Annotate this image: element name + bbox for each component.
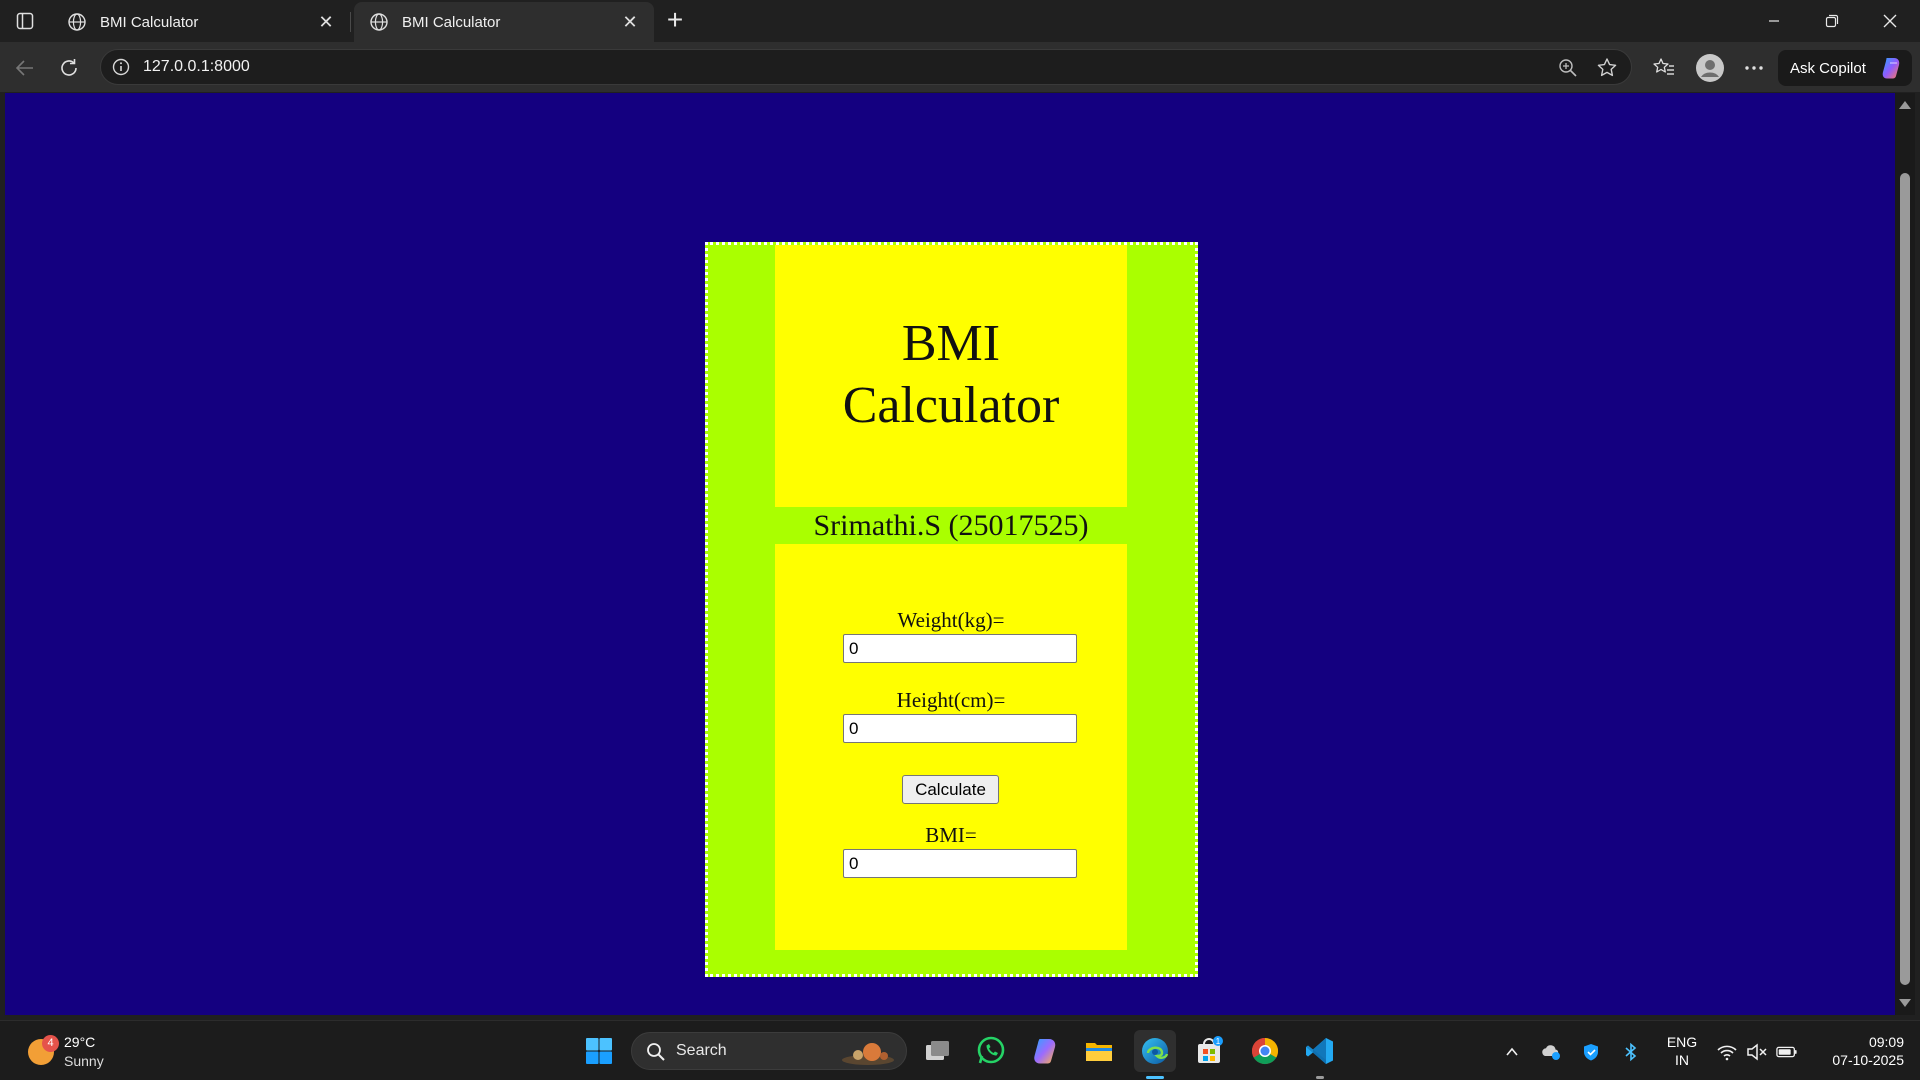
input-language[interactable]: ENG IN: [1664, 1033, 1700, 1069]
search-highlight-icon: [838, 1038, 898, 1066]
bmi-output[interactable]: [843, 849, 1077, 878]
scroll-down-arrow-icon[interactable]: [1899, 999, 1911, 1007]
system-clock[interactable]: 09:09 07-10-2025: [1808, 1033, 1904, 1069]
clock-time: 09:09: [1868, 1034, 1904, 1050]
weather-condition: Sunny: [64, 1053, 104, 1069]
taskbar: 4 29°C Sunny Search 1 ENG IN 09:09 07-10…: [0, 1020, 1920, 1080]
language-region: IN: [1675, 1052, 1689, 1068]
tab-title: BMI Calculator: [100, 13, 199, 31]
url-text: 127.0.0.1:8000: [143, 58, 250, 75]
globe-icon: [368, 11, 390, 33]
security-shield-icon[interactable]: [1580, 1041, 1602, 1063]
taskbar-search[interactable]: Search: [631, 1032, 907, 1070]
onedrive-icon[interactable]: [1540, 1041, 1562, 1063]
copilot-app-icon[interactable]: [1024, 1030, 1066, 1072]
store-badge: 1: [1216, 1037, 1221, 1046]
title-line-2: Calculator: [842, 377, 1060, 434]
bmi-label: BMI=: [925, 823, 977, 847]
calculate-button[interactable]: Calculate: [902, 775, 999, 804]
calculator-inner-box: BMI Calculator Srimathi.S (25017525) Wei…: [775, 245, 1127, 950]
favorites-icon[interactable]: [1650, 54, 1678, 82]
page-scrollbar[interactable]: [1895, 93, 1915, 1015]
store-icon[interactable]: 1: [1188, 1030, 1230, 1072]
profile-avatar-icon[interactable]: [1694, 52, 1726, 84]
wifi-icon[interactable]: [1716, 1041, 1738, 1063]
page-viewport: BMI Calculator Srimathi.S (25017525) Wei…: [5, 93, 1895, 1015]
whatsapp-icon[interactable]: [970, 1030, 1012, 1072]
weight-label: Weight(kg)=: [897, 608, 1005, 632]
refresh-icon[interactable]: [52, 51, 86, 85]
battery-icon[interactable]: [1776, 1041, 1798, 1063]
address-bar[interactable]: 127.0.0.1:8000: [100, 49, 1632, 85]
close-icon[interactable]: ✕: [620, 12, 640, 32]
minimize-icon[interactable]: [1746, 0, 1802, 42]
favorite-star-icon[interactable]: [1595, 56, 1619, 80]
author-name: Srimathi.S (25017525): [775, 507, 1127, 544]
tab-strip: BMI Calculator ✕ BMI Calculator ✕ +: [0, 0, 1920, 42]
edge-icon[interactable]: [1134, 1030, 1176, 1072]
page-title: BMI Calculator: [775, 313, 1127, 437]
file-explorer-icon[interactable]: [1078, 1030, 1120, 1072]
height-label: Height(cm)=: [896, 688, 1006, 712]
edge-active-indicator: [1146, 1076, 1164, 1079]
back-icon[interactable]: [8, 51, 42, 85]
ask-copilot-label: Ask Copilot: [1790, 59, 1866, 77]
start-icon[interactable]: [578, 1030, 620, 1072]
show-hidden-icons-chevron-icon[interactable]: [1501, 1041, 1523, 1063]
calculator-outer-box: BMI Calculator Srimathi.S (25017525) Wei…: [705, 242, 1198, 977]
vscode-running-indicator: [1316, 1076, 1324, 1079]
weather-widget[interactable]: 4 29°C Sunny: [22, 1031, 142, 1073]
more-options-icon[interactable]: [1740, 54, 1768, 82]
weight-input[interactable]: [843, 634, 1077, 663]
restore-icon[interactable]: [1804, 0, 1860, 42]
search-label: Search: [676, 1042, 727, 1059]
site-info-icon[interactable]: [111, 57, 131, 77]
new-tab-icon[interactable]: +: [662, 6, 688, 34]
ask-copilot-button[interactable]: Ask Copilot: [1778, 50, 1912, 86]
height-input[interactable]: [843, 714, 1077, 743]
chrome-icon[interactable]: [1244, 1030, 1286, 1072]
close-icon[interactable]: ✕: [316, 12, 336, 32]
clock-date: 07-10-2025: [1832, 1052, 1904, 1068]
globe-icon: [66, 11, 88, 33]
notification-badge: 4: [42, 1035, 59, 1052]
speaker-muted-icon[interactable]: [1746, 1041, 1768, 1063]
task-view-icon[interactable]: [916, 1030, 958, 1072]
scrollbar-thumb[interactable]: [1900, 173, 1910, 985]
weather-temperature: 29°C: [64, 1034, 96, 1050]
search-icon: [646, 1042, 666, 1062]
scroll-up-arrow-icon[interactable]: [1899, 101, 1911, 109]
language-code: ENG: [1666, 1034, 1698, 1050]
vscode-icon[interactable]: [1299, 1030, 1341, 1072]
zoom-icon[interactable]: [1557, 57, 1579, 79]
tab-bmi-calculator-2[interactable]: BMI Calculator ✕: [354, 2, 654, 42]
bluetooth-icon[interactable]: [1620, 1041, 1642, 1063]
browser-toolbar: 127.0.0.1:8000 Ask Copilot: [0, 42, 1920, 92]
close-window-icon[interactable]: [1862, 0, 1918, 42]
tab-title: BMI Calculator: [402, 13, 501, 31]
title-line-1: BMI: [901, 315, 1001, 372]
tab-actions-icon[interactable]: [10, 8, 40, 34]
tab-bmi-calculator-1[interactable]: BMI Calculator ✕: [52, 2, 350, 42]
copilot-icon: [1878, 55, 1904, 81]
tab-separator: [350, 12, 351, 32]
